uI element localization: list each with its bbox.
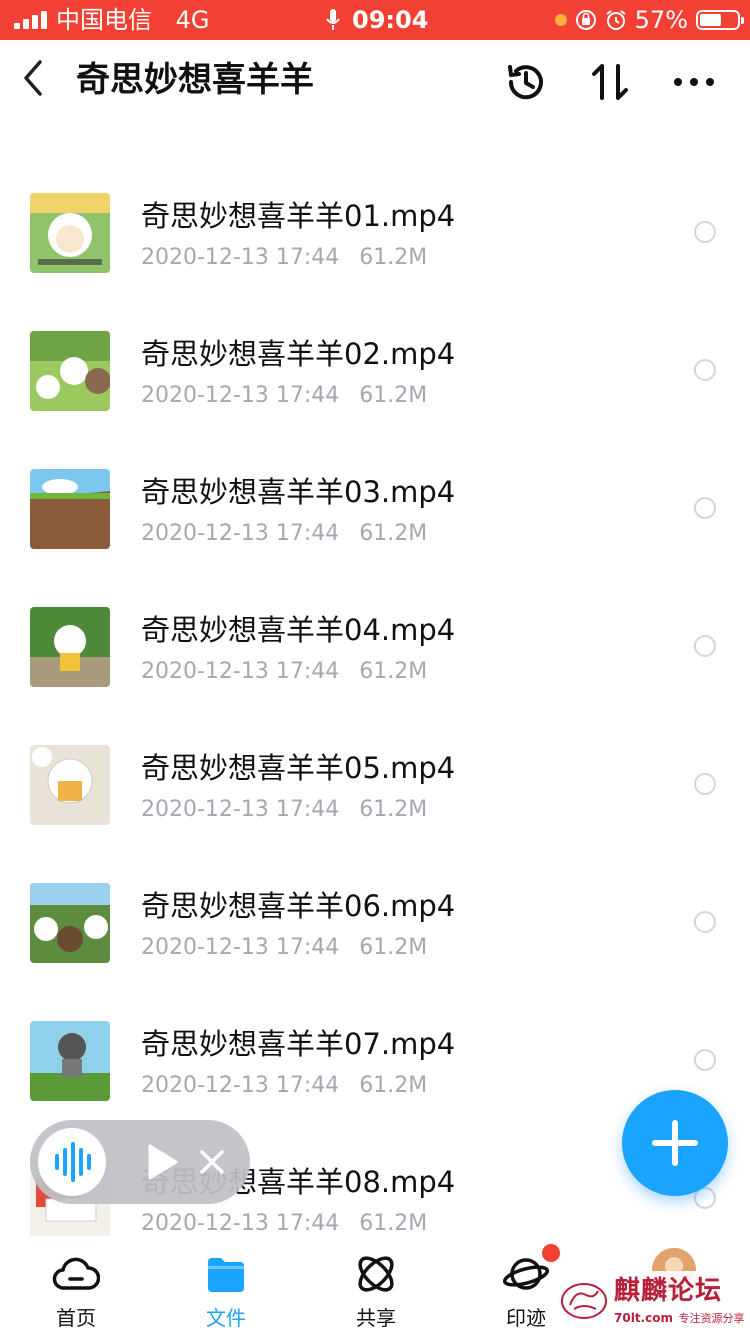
- file-date: 2020-12-13 17:44: [141, 935, 340, 960]
- alarm-icon: [606, 10, 626, 30]
- file-name: 奇思妙想喜羊羊02.mp4: [141, 337, 456, 371]
- file-name: 奇思妙想喜羊羊05.mp4: [141, 751, 456, 785]
- watermark-title: 麒麟论坛: [614, 1276, 723, 1306]
- tab-share[interactable]: 共享: [326, 1250, 426, 1334]
- file-date: 2020-12-13 17:44: [141, 383, 340, 408]
- notification-badge: [542, 1244, 560, 1262]
- file-date: 2020-12-13 17:44: [141, 659, 340, 684]
- video-thumbnail: [30, 883, 110, 963]
- folder-icon: [208, 1258, 244, 1292]
- add-button[interactable]: [622, 1090, 728, 1196]
- file-date: 2020-12-13 17:44: [141, 521, 340, 546]
- file-size: 61.2M: [359, 521, 428, 546]
- video-thumbnail: [30, 469, 110, 549]
- select-radio[interactable]: [694, 773, 716, 795]
- signal-icon: [14, 11, 47, 29]
- orientation-lock-icon: [575, 10, 596, 30]
- file-row[interactable]: 奇思妙想喜羊羊06.mp4 2020-12-13 17:44 61.2M: [0, 854, 750, 992]
- file-name: 奇思妙想喜羊羊01.mp4: [141, 199, 456, 233]
- clock-time: 09:04: [352, 6, 429, 34]
- cloud-icon: [52, 1257, 100, 1290]
- file-size: 61.2M: [359, 1211, 428, 1236]
- select-radio[interactable]: [694, 1049, 716, 1071]
- battery-icon: [696, 10, 744, 30]
- file-size: 61.2M: [359, 245, 428, 270]
- file-size: 61.2M: [359, 935, 428, 960]
- play-button[interactable]: [142, 1142, 182, 1182]
- select-radio[interactable]: [694, 359, 716, 381]
- audio-wave-icon: [55, 1142, 91, 1182]
- file-row[interactable]: 奇思妙想喜羊羊05.mp4 2020-12-13 17:44 61.2M: [0, 716, 750, 854]
- select-radio[interactable]: [694, 635, 716, 657]
- audio-wave-button[interactable]: [38, 1128, 106, 1196]
- recording-dot-icon: [554, 14, 567, 26]
- share-orbit-icon: [358, 1256, 394, 1292]
- file-row[interactable]: 奇思妙想喜羊羊03.mp4 2020-12-13 17:44 61.2M: [0, 440, 750, 578]
- battery-percent: 57%: [634, 6, 688, 34]
- carrier-name: 中国电信: [56, 6, 152, 34]
- tab-label: 共享: [356, 1306, 396, 1330]
- video-thumbnail: [30, 607, 110, 687]
- file-size: 61.2M: [359, 383, 428, 408]
- file-date: 2020-12-13 17:44: [141, 1211, 340, 1236]
- qilin-logo: [561, 1283, 607, 1319]
- tab-files[interactable]: 文件: [176, 1250, 276, 1334]
- network-type: 4G: [175, 6, 210, 34]
- page-title: 奇思妙想喜羊羊: [76, 60, 314, 100]
- page-header: 奇思妙想喜羊羊: [0, 40, 750, 126]
- file-date: 2020-12-13 17:44: [141, 245, 340, 270]
- close-player-button[interactable]: [198, 1148, 226, 1176]
- file-date: 2020-12-13 17:44: [141, 797, 340, 822]
- more-options-button[interactable]: [670, 58, 718, 106]
- tab-label: 文件: [206, 1306, 246, 1330]
- video-thumbnail: [30, 193, 110, 273]
- file-row[interactable]: 奇思妙想喜羊羊02.mp4 2020-12-13 17:44 61.2M: [0, 302, 750, 440]
- file-name: 奇思妙想喜羊羊07.mp4: [141, 1027, 456, 1061]
- plus-icon: [652, 1120, 698, 1166]
- file-name: 奇思妙想喜羊羊06.mp4: [141, 889, 456, 923]
- video-thumbnail: [30, 331, 110, 411]
- file-size: 61.2M: [359, 659, 428, 684]
- tab-home[interactable]: 首页: [26, 1250, 126, 1334]
- forum-watermark: 麒麟论坛 70lt.com 专注资源分享: [550, 1271, 750, 1334]
- watermark-site: 70lt.com: [614, 1311, 673, 1325]
- file-row[interactable]: 奇思妙想喜羊羊04.mp4 2020-12-13 17:44 61.2M: [0, 578, 750, 716]
- file-name: 奇思妙想喜羊羊04.mp4: [141, 613, 456, 647]
- watermark-slogan: 专注资源分享: [678, 1312, 745, 1325]
- file-size: 61.2M: [359, 797, 428, 822]
- back-button[interactable]: [18, 58, 48, 98]
- floating-audio-player[interactable]: [30, 1120, 250, 1204]
- file-date: 2020-12-13 17:44: [141, 1073, 340, 1098]
- video-thumbnail: [30, 1021, 110, 1101]
- tab-label: 首页: [56, 1306, 96, 1330]
- status-bar: 中国电信 4G 09:04 57%: [0, 0, 750, 40]
- select-radio[interactable]: [694, 911, 716, 933]
- select-radio[interactable]: [694, 221, 716, 243]
- select-radio[interactable]: [694, 497, 716, 519]
- sort-button[interactable]: [586, 58, 634, 106]
- video-thumbnail: [30, 745, 110, 825]
- file-row[interactable]: 奇思妙想喜羊羊01.mp4 2020-12-13 17:44 61.2M: [0, 164, 750, 302]
- microphone-icon: [326, 9, 340, 30]
- file-name: 奇思妙想喜羊羊03.mp4: [141, 475, 456, 509]
- file-size: 61.2M: [359, 1073, 428, 1098]
- history-button[interactable]: [502, 58, 550, 106]
